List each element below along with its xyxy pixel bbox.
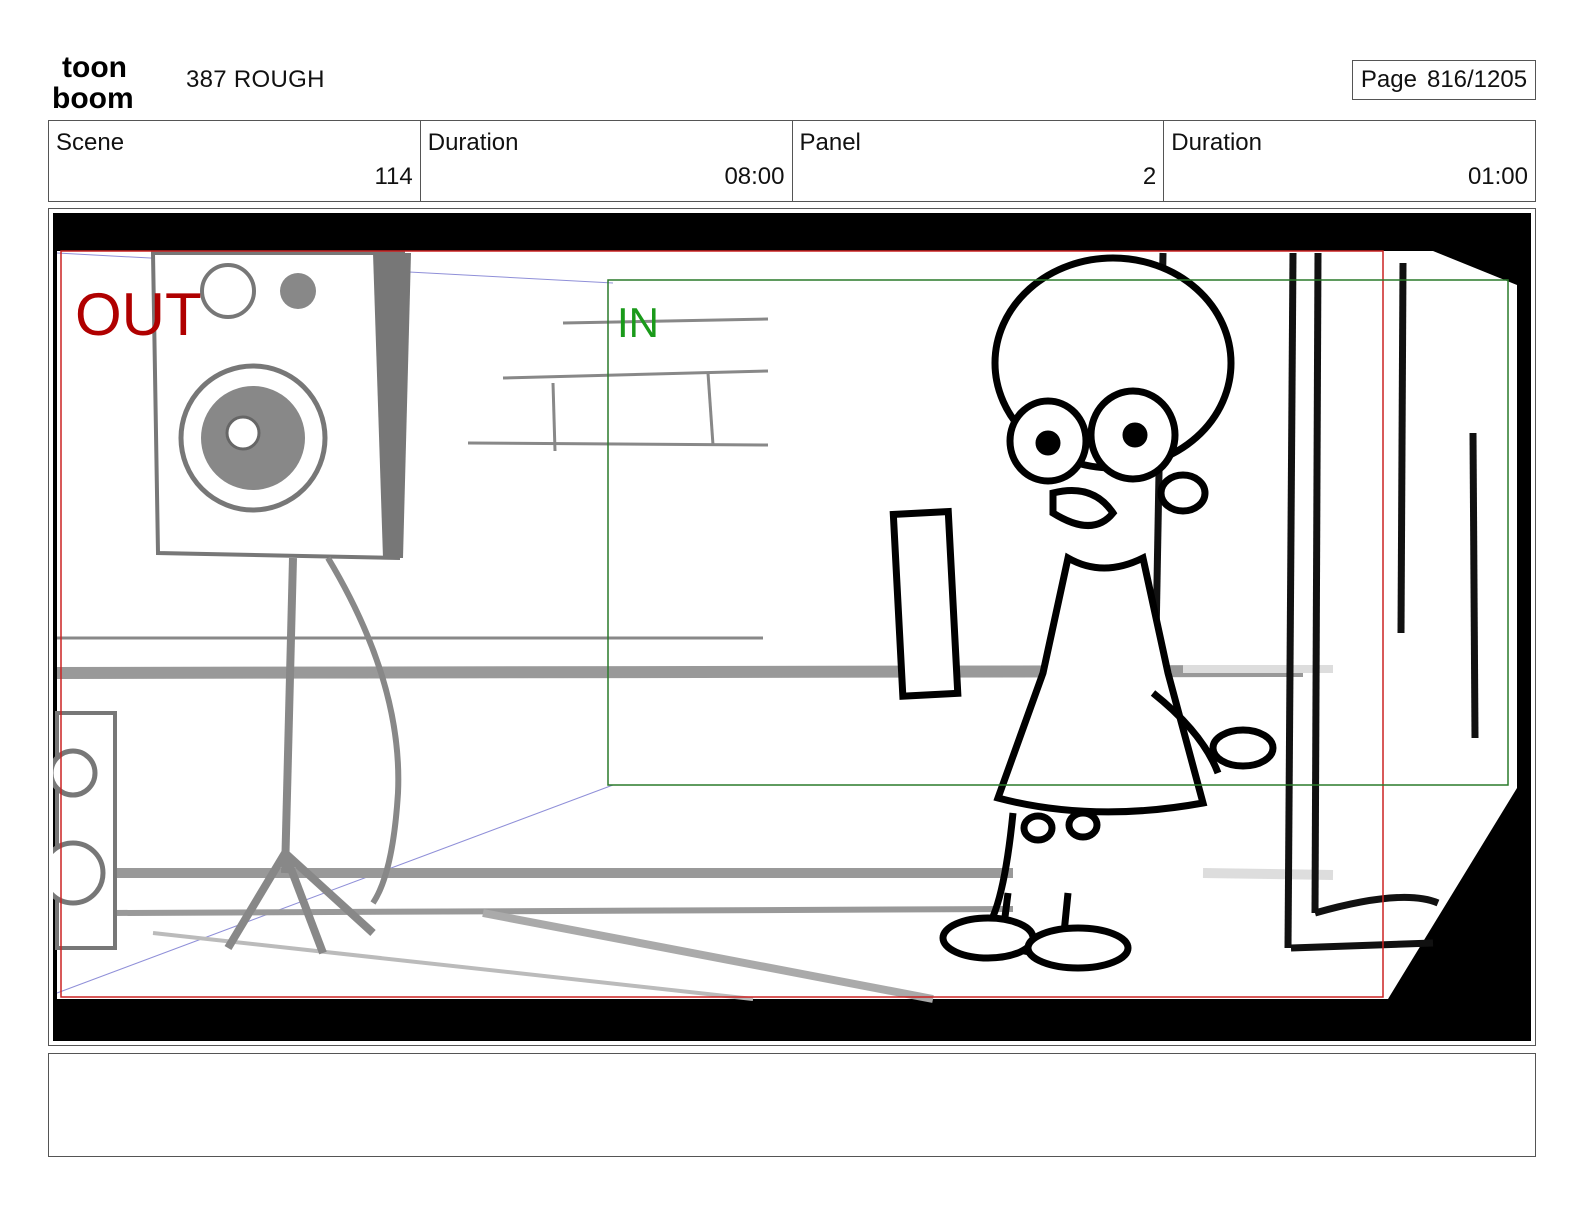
storyboard-panel: OUT IN: [48, 208, 1536, 1046]
scene-value: 114: [374, 163, 413, 190]
panel-duration-value: 01:00: [1467, 163, 1528, 190]
scene-cell: Scene 114: [49, 121, 421, 201]
panel-label: Panel: [799, 129, 861, 156]
svg-text:boom: boom: [52, 82, 134, 112]
toonboom-logo: toon boom: [52, 51, 134, 112]
scene-label: Scene: [56, 129, 125, 156]
panel-value: 2: [1142, 163, 1157, 190]
page-label: Page: [1360, 66, 1417, 93]
panel-cell: Panel 2: [793, 121, 1165, 201]
svg-text:toon: toon: [62, 51, 127, 84]
in-label: IN: [617, 299, 659, 346]
panel-duration-cell: Duration 01:00: [1164, 121, 1535, 201]
out-label: OUT: [75, 281, 202, 348]
page-counter: Page 816/1205: [1352, 60, 1536, 100]
panel-notes: [48, 1053, 1536, 1157]
board-title: 387 ROUGH: [186, 66, 325, 93]
panel-duration-label: Duration: [1171, 129, 1262, 156]
panel-drawing: OUT IN: [53, 213, 1531, 1041]
scene-duration-label: Duration: [427, 129, 519, 156]
scene-duration-cell: Duration 08:00: [421, 121, 793, 201]
scene-duration-value: 08:00: [724, 163, 785, 190]
panel-info-bar: Scene 114 Duration 08:00 Panel 2 Duratio…: [48, 120, 1536, 202]
page-value: 816/1205: [1426, 66, 1528, 93]
